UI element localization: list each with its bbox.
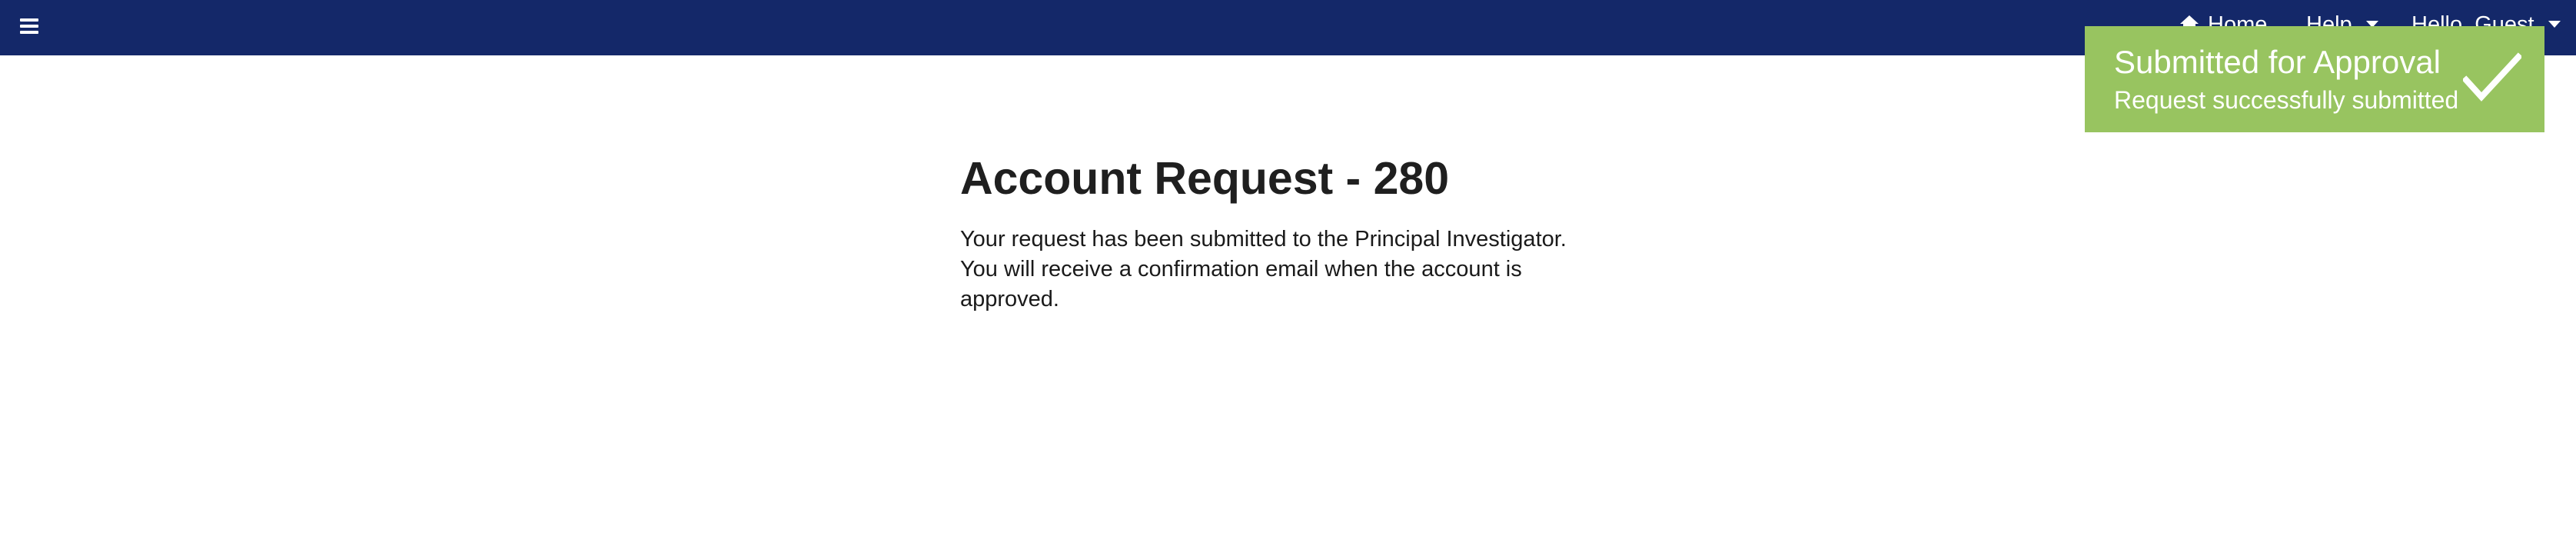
caret-down-icon	[2548, 21, 2561, 28]
confirmation-message: Your request has been submitted to the P…	[960, 227, 1567, 311]
toast-title: Submitted for Approval	[2114, 44, 2441, 80]
page-title: Account Request - 280	[960, 153, 1450, 204]
toast-message: Request successfully submitted	[2114, 86, 2459, 114]
main-content: Account Request - 280 Your request has b…	[960, 151, 1598, 315]
hamburger-icon[interactable]	[20, 17, 38, 35]
checkmark-icon	[2463, 52, 2521, 102]
success-toast[interactable]: Submitted for Approval Request successfu…	[2085, 26, 2544, 132]
